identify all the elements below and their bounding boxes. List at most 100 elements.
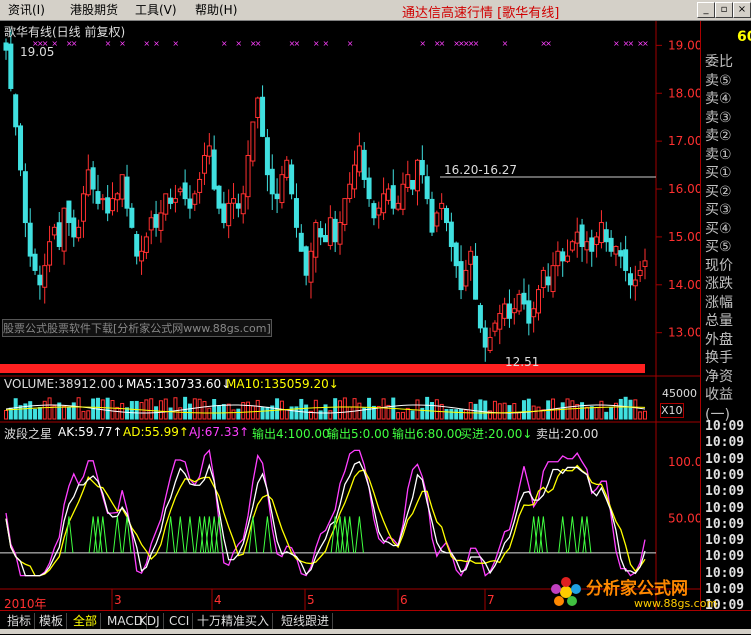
indicator-out2: 输出5:0.00	[327, 427, 390, 441]
quote-label-6: 买①	[705, 165, 732, 181]
volume-bar	[512, 403, 517, 420]
volume-bar	[71, 402, 76, 420]
candle-body	[531, 308, 537, 318]
quote-panel: 60 委比卖⑤ 卖④ 卖③ 卖② 卖① 买① 买② 买③ 买④ 买⑤ 现价涨跌涨幅总量外盘换手净资收…	[700, 21, 751, 630]
month-label: 7	[487, 593, 495, 607]
volume-bar	[604, 411, 609, 420]
chart-pane[interactable]: 19.00 18.00 17.00 16.00 15.00 14.00 13.00 × × × ×…	[0, 21, 700, 611]
app-title: 通达信高速行情 [歌华有线]	[402, 6, 560, 21]
volume-bar	[415, 399, 420, 420]
candle-body	[444, 208, 450, 224]
volume-bar	[212, 399, 217, 420]
menu-help[interactable]: 帮助(H)	[195, 2, 237, 18]
candle-body	[627, 273, 633, 286]
candle-body	[347, 183, 353, 199]
menu-info[interactable]: 资讯(I)	[8, 2, 45, 18]
volume-bar	[163, 398, 168, 420]
candle-body	[400, 183, 406, 210]
ak-line	[5, 460, 646, 577]
tab-5[interactable]: CCI	[166, 613, 194, 629]
volume-bar	[434, 399, 439, 420]
candle-body	[139, 250, 145, 262]
signal-marker: ×	[323, 39, 330, 48]
candle-body	[90, 167, 96, 190]
volume-bar	[178, 407, 183, 420]
candle-body	[492, 322, 498, 332]
volume-bars	[4, 396, 647, 420]
volume-bar	[570, 400, 575, 420]
close-icon[interactable]: ×	[733, 2, 751, 18]
site-logo: 分析家公式网 www.88gs.com	[551, 577, 717, 610]
indicator-sell: 卖出:20.00	[536, 427, 599, 441]
tab-7[interactable]: 短线跟进	[278, 613, 334, 629]
volume-bar	[105, 397, 110, 420]
candle-body	[477, 305, 483, 329]
candle-body	[153, 214, 159, 228]
candle-body	[163, 193, 169, 215]
quote-label-18: 收益(一)	[705, 387, 733, 423]
quote-label-8: 买③	[705, 202, 732, 218]
candle-body	[589, 237, 595, 252]
candle-body	[114, 193, 120, 201]
volume-bar	[236, 408, 241, 420]
signal-marker: ×	[545, 39, 552, 48]
volume-bar	[352, 398, 357, 420]
volume-bar	[410, 410, 415, 420]
tab-0[interactable]: 指标	[4, 613, 36, 629]
candle-body	[598, 222, 604, 244]
candle-body	[555, 250, 561, 267]
candle-body	[274, 193, 280, 200]
candle-body	[473, 255, 479, 300]
quote-label-0: 委比	[705, 54, 733, 70]
tab-4[interactable]: KDJ	[136, 613, 164, 629]
tick-time-4: 10:09	[705, 484, 745, 500]
candle-body	[226, 202, 232, 227]
tab-6[interactable]: 十万精准买入	[194, 613, 274, 629]
volume-bar	[33, 408, 38, 420]
price-axis-label: 15.00	[668, 230, 700, 244]
quote-label-1: 卖⑤	[705, 72, 732, 89]
price-axis-label: 16.00	[668, 182, 700, 196]
candle-body	[119, 174, 125, 200]
candle-body	[221, 203, 227, 224]
quote-label-2: 卖④	[705, 91, 732, 107]
candle-body	[177, 188, 183, 193]
candle-body	[637, 269, 643, 276]
month-label: 6	[400, 593, 408, 607]
volume-bar	[628, 399, 633, 420]
candle-body	[284, 159, 290, 178]
quote-label-9: 买④	[705, 220, 732, 237]
tab-2[interactable]: 全部	[70, 613, 102, 629]
chart-svg[interactable]: 19.0018.0017.0016.0015.0014.0013.00 ××× ×…	[0, 21, 700, 610]
candle-body	[32, 253, 38, 271]
signal-strip	[0, 364, 645, 373]
candle-body	[385, 188, 391, 201]
candle-body	[594, 236, 600, 245]
volume-bar	[197, 398, 202, 420]
candle-body	[352, 164, 358, 190]
menu-tools[interactable]: 工具(V)	[135, 2, 177, 18]
volume-bar	[386, 404, 391, 420]
minimize-icon[interactable]: _	[697, 2, 715, 18]
menu-hk-futures[interactable]: 港股期货	[70, 2, 118, 18]
volume-bar	[120, 402, 125, 420]
signal-marker: ×	[502, 39, 509, 48]
indicator-axis-label: 100.0	[668, 455, 700, 469]
candle-body	[66, 200, 72, 224]
candle-body	[231, 198, 237, 204]
candle-body	[255, 97, 261, 119]
code-fragment: 60	[737, 29, 751, 45]
restore-icon[interactable]: ▫	[715, 2, 733, 18]
volume-bar	[110, 400, 115, 420]
volume-bar	[560, 402, 565, 420]
volume-bar	[623, 396, 628, 420]
candle-body	[129, 207, 135, 228]
candle-body	[376, 207, 382, 216]
price-axis-label: 18.00	[668, 86, 700, 100]
signal-marker: ×	[613, 39, 620, 48]
signal-triangle	[112, 516, 122, 553]
quote-label-4: 卖②	[705, 128, 732, 144]
tab-1[interactable]: 模板	[36, 613, 68, 629]
candle-body	[497, 313, 503, 330]
tick-time-0: 10:09	[705, 419, 745, 434]
